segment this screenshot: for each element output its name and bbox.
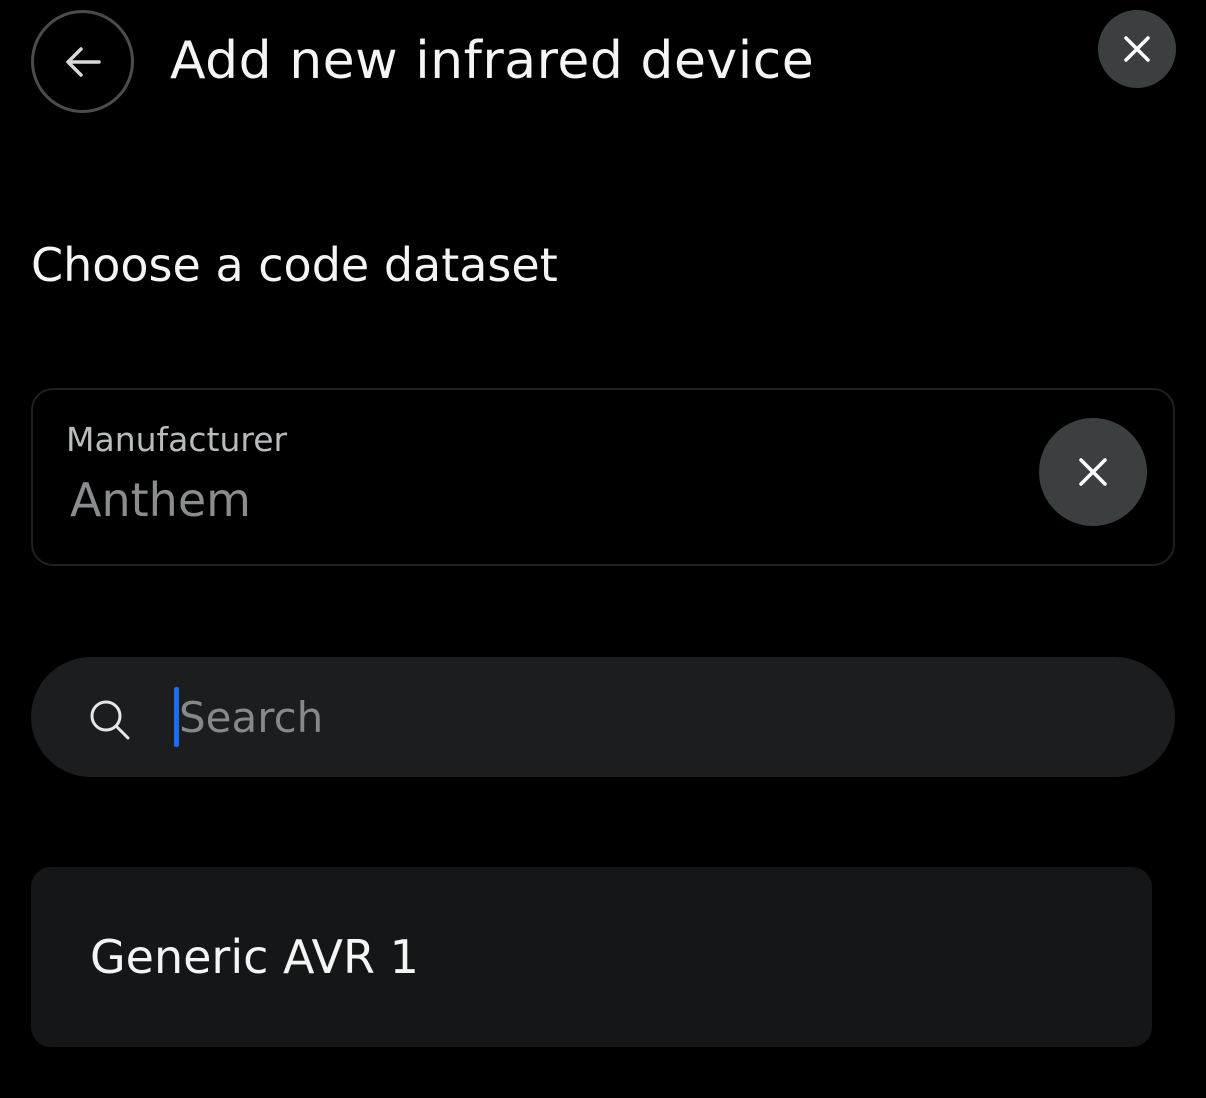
section-title: Choose a code dataset: [31, 238, 558, 292]
dataset-item-generic-avr-1[interactable]: Generic AVR 1: [31, 867, 1152, 1047]
back-button[interactable]: [31, 10, 134, 113]
clear-manufacturer-button[interactable]: [1039, 418, 1147, 526]
manufacturer-field[interactable]: Manufacturer Anthem: [31, 388, 1175, 566]
close-button[interactable]: [1098, 10, 1176, 88]
search-icon: [90, 700, 130, 740]
close-icon: [1079, 458, 1107, 486]
arrow-left-icon: [65, 46, 101, 77]
page-title: Add new infrared device: [170, 31, 815, 91]
manufacturer-label: Manufacturer: [66, 420, 288, 459]
search-bar[interactable]: [31, 657, 1175, 777]
header-bar: Add new infrared device: [0, 0, 1206, 130]
close-icon: [1124, 36, 1150, 62]
text-caret: [174, 687, 179, 747]
dataset-item-label: Generic AVR 1: [90, 930, 419, 984]
manufacturer-value: Anthem: [70, 473, 251, 527]
search-input[interactable]: [175, 685, 1079, 749]
